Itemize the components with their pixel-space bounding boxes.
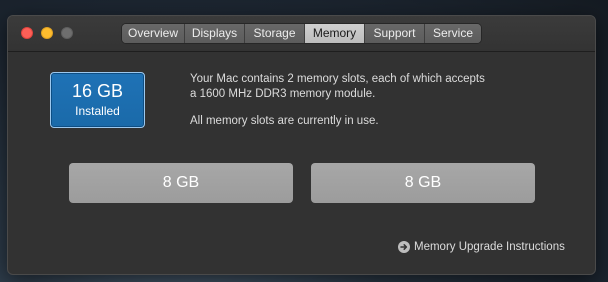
tab-overview[interactable]: Overview	[122, 24, 185, 43]
tab-service[interactable]: Service	[425, 24, 481, 43]
memory-upgrade-instructions-label: Memory Upgrade Instructions	[414, 241, 565, 253]
installed-memory-tile: 16 GB Installed	[50, 72, 145, 128]
memory-info: Your Mac contains 2 memory slots, each o…	[190, 72, 570, 129]
installed-memory-size: 16 GB	[71, 81, 124, 101]
arrow-right-circle-icon	[398, 241, 410, 253]
memory-slot-1: 8 GB	[69, 163, 293, 203]
memory-status-text: All memory slots are currently in use.	[190, 115, 379, 127]
installed-memory-caption: Installed	[75, 104, 120, 118]
memory-description-line-2: a 1600 MHz DDR3 memory module.	[190, 87, 376, 100]
tab-memory[interactable]: Memory	[305, 24, 365, 43]
minimize-window-button[interactable]	[41, 27, 53, 39]
memory-description-line-1: Your Mac contains 2 memory slots, each o…	[190, 73, 485, 85]
about-this-mac-window: Overview Displays Storage Memory Support…	[7, 15, 596, 275]
memory-slot-2: 8 GB	[311, 163, 535, 203]
tab-displays[interactable]: Displays	[185, 24, 245, 43]
tab-support[interactable]: Support	[365, 24, 425, 43]
zoom-window-button[interactable]	[61, 27, 73, 39]
title-bar: Overview Displays Storage Memory Support…	[8, 16, 595, 52]
close-window-button[interactable]	[21, 27, 33, 39]
tab-bar: Overview Displays Storage Memory Support…	[121, 23, 482, 44]
memory-upgrade-instructions-link[interactable]: Memory Upgrade Instructions	[398, 240, 565, 254]
tab-storage[interactable]: Storage	[245, 24, 305, 43]
